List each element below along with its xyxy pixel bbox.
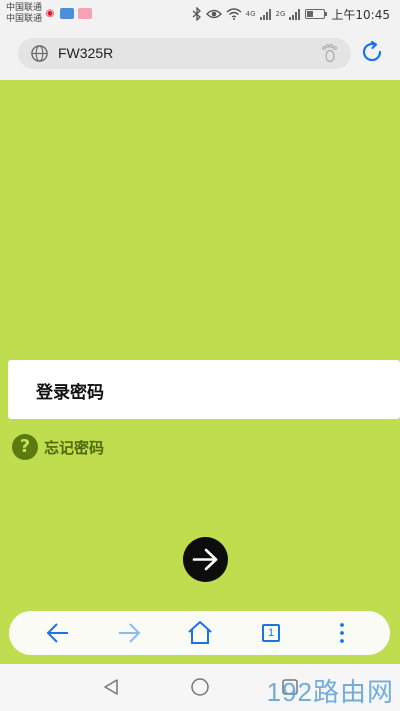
carrier-label-2: 中国联通 bbox=[6, 14, 43, 24]
battery-level bbox=[307, 11, 314, 17]
weibo-icon: ◉ bbox=[45, 8, 55, 19]
forward-button[interactable] bbox=[115, 619, 143, 647]
signal-icon bbox=[259, 8, 272, 20]
globe-icon bbox=[31, 45, 48, 62]
refresh-icon[interactable] bbox=[360, 40, 384, 64]
tab-count: 1 bbox=[262, 624, 280, 642]
login-page: 登录密码 ? 忘记密码 bbox=[0, 80, 400, 664]
help-icon: ? bbox=[12, 434, 38, 460]
password-field[interactable]: 登录密码 bbox=[8, 360, 400, 419]
network-type-4g: 4G bbox=[245, 10, 256, 18]
watermark: 192路由网 bbox=[266, 677, 394, 707]
system-navigation-bar: 192路由网 bbox=[0, 664, 400, 711]
footprint-icon[interactable] bbox=[319, 43, 339, 63]
nav-home-button[interactable] bbox=[190, 677, 210, 697]
app-notification-icon bbox=[78, 8, 92, 19]
status-bar: 中国联通 中国联通 ◉ 4G 2G 上午10:45 bbox=[0, 0, 400, 28]
carrier-info: 中国联通 中国联通 bbox=[6, 3, 42, 25]
app-notification-icon bbox=[60, 8, 74, 19]
forgot-password-link[interactable]: ? 忘记密码 bbox=[12, 434, 104, 460]
signal-icon bbox=[289, 8, 301, 20]
battery-icon bbox=[305, 9, 328, 19]
forgot-password-label: 忘记密码 bbox=[44, 438, 105, 457]
carrier-label-1: 中国联通 bbox=[6, 3, 43, 13]
more-vertical-icon[interactable] bbox=[328, 619, 356, 647]
password-placeholder: 登录密码 bbox=[36, 383, 104, 403]
network-type-2g: 2G bbox=[275, 10, 286, 18]
eye-icon bbox=[205, 9, 222, 19]
address-bar[interactable]: FW325R bbox=[18, 38, 351, 69]
tabs-button[interactable]: 1 bbox=[257, 619, 285, 647]
notification-icons: ◉ bbox=[44, 8, 92, 19]
home-button[interactable] bbox=[186, 619, 214, 647]
arrow-right-icon bbox=[192, 548, 218, 571]
nav-back-button[interactable] bbox=[101, 677, 121, 697]
status-time: 上午10:45 bbox=[331, 7, 390, 22]
wifi-icon bbox=[226, 8, 242, 20]
bluetooth-icon bbox=[192, 7, 201, 21]
system-status: 4G 2G 上午10:45 bbox=[192, 5, 390, 23]
back-button[interactable] bbox=[44, 619, 72, 647]
login-submit-button[interactable] bbox=[183, 537, 228, 582]
browser-address-row: FW325R bbox=[0, 28, 400, 80]
url-text: FW325R bbox=[58, 45, 114, 61]
browser-toolbar: 1 bbox=[9, 611, 390, 655]
